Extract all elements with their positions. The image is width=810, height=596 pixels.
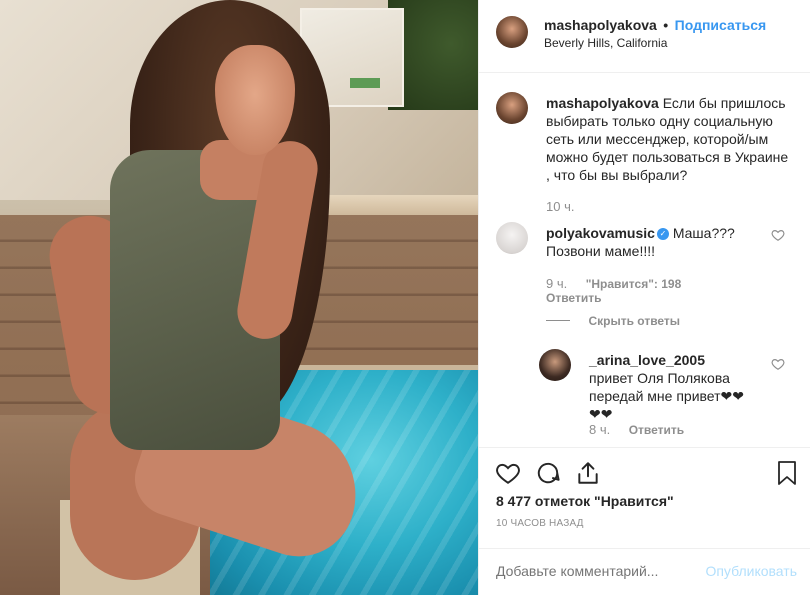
comment-username[interactable]: polyakovamusic — [546, 225, 655, 241]
comment-input[interactable] — [496, 563, 696, 579]
reply-reply-button[interactable]: Ответить — [629, 423, 684, 437]
bookmark-icon[interactable] — [775, 460, 799, 491]
comment-time[interactable]: 9 ч. — [546, 276, 567, 291]
reply-time[interactable]: 8 ч. — [589, 422, 610, 437]
reply-text: привет Оля Полякова передай мне привет❤❤… — [589, 370, 744, 422]
likes-count[interactable]: 8 477 отметок "Нравится" — [496, 493, 674, 509]
avatar[interactable] — [496, 222, 528, 254]
heart-icon[interactable] — [495, 460, 521, 491]
photo-sign — [350, 78, 380, 88]
post-timestamp[interactable]: 10 ЧАСОВ НАЗАД — [496, 518, 584, 529]
caption-time[interactable]: 10 ч. — [546, 199, 574, 214]
verified-icon: ✓ — [656, 228, 669, 241]
reply-like-icon[interactable] — [771, 357, 785, 374]
reply: _arina_love_2005 привет Оля Полякова пер… — [589, 351, 749, 423]
share-icon[interactable] — [575, 460, 601, 491]
post-sidebar: mashapolyakova • Подписаться Beverly Hil… — [478, 0, 810, 595]
caption: mashapolyakova Если бы пришлось выбирать… — [546, 94, 791, 184]
follow-button[interactable]: Подписаться — [675, 17, 767, 33]
avatar[interactable] — [539, 349, 571, 381]
post-photo[interactable] — [0, 0, 478, 595]
comment-icon[interactable] — [535, 460, 561, 491]
comment-likes[interactable]: "Нравится": 198 — [586, 277, 682, 291]
hide-replies-line — [546, 320, 570, 322]
hide-replies-label: Скрыть ответы — [588, 314, 681, 328]
header-separator: • — [663, 17, 669, 33]
avatar[interactable] — [496, 92, 528, 124]
comment: polyakovamusic ✓ Маша??? Позвони маме!!!! — [546, 224, 746, 260]
reply-username[interactable]: _arina_love_2005 — [589, 352, 705, 368]
location-link[interactable]: Beverly Hills, California — [544, 36, 667, 50]
post-header: mashapolyakova • Подписаться Beverly Hil… — [479, 0, 810, 73]
header-username[interactable]: mashapolyakova — [544, 17, 657, 33]
add-comment-bar: Опубликовать — [479, 548, 810, 596]
post-button[interactable]: Опубликовать — [705, 563, 797, 579]
avatar[interactable] — [496, 16, 528, 48]
hide-replies[interactable]: Скрыть ответы — [546, 312, 680, 330]
comment-like-icon[interactable] — [771, 228, 785, 245]
caption-username[interactable]: mashapolyakova — [546, 95, 659, 111]
reply-button[interactable]: Ответить — [546, 291, 601, 305]
